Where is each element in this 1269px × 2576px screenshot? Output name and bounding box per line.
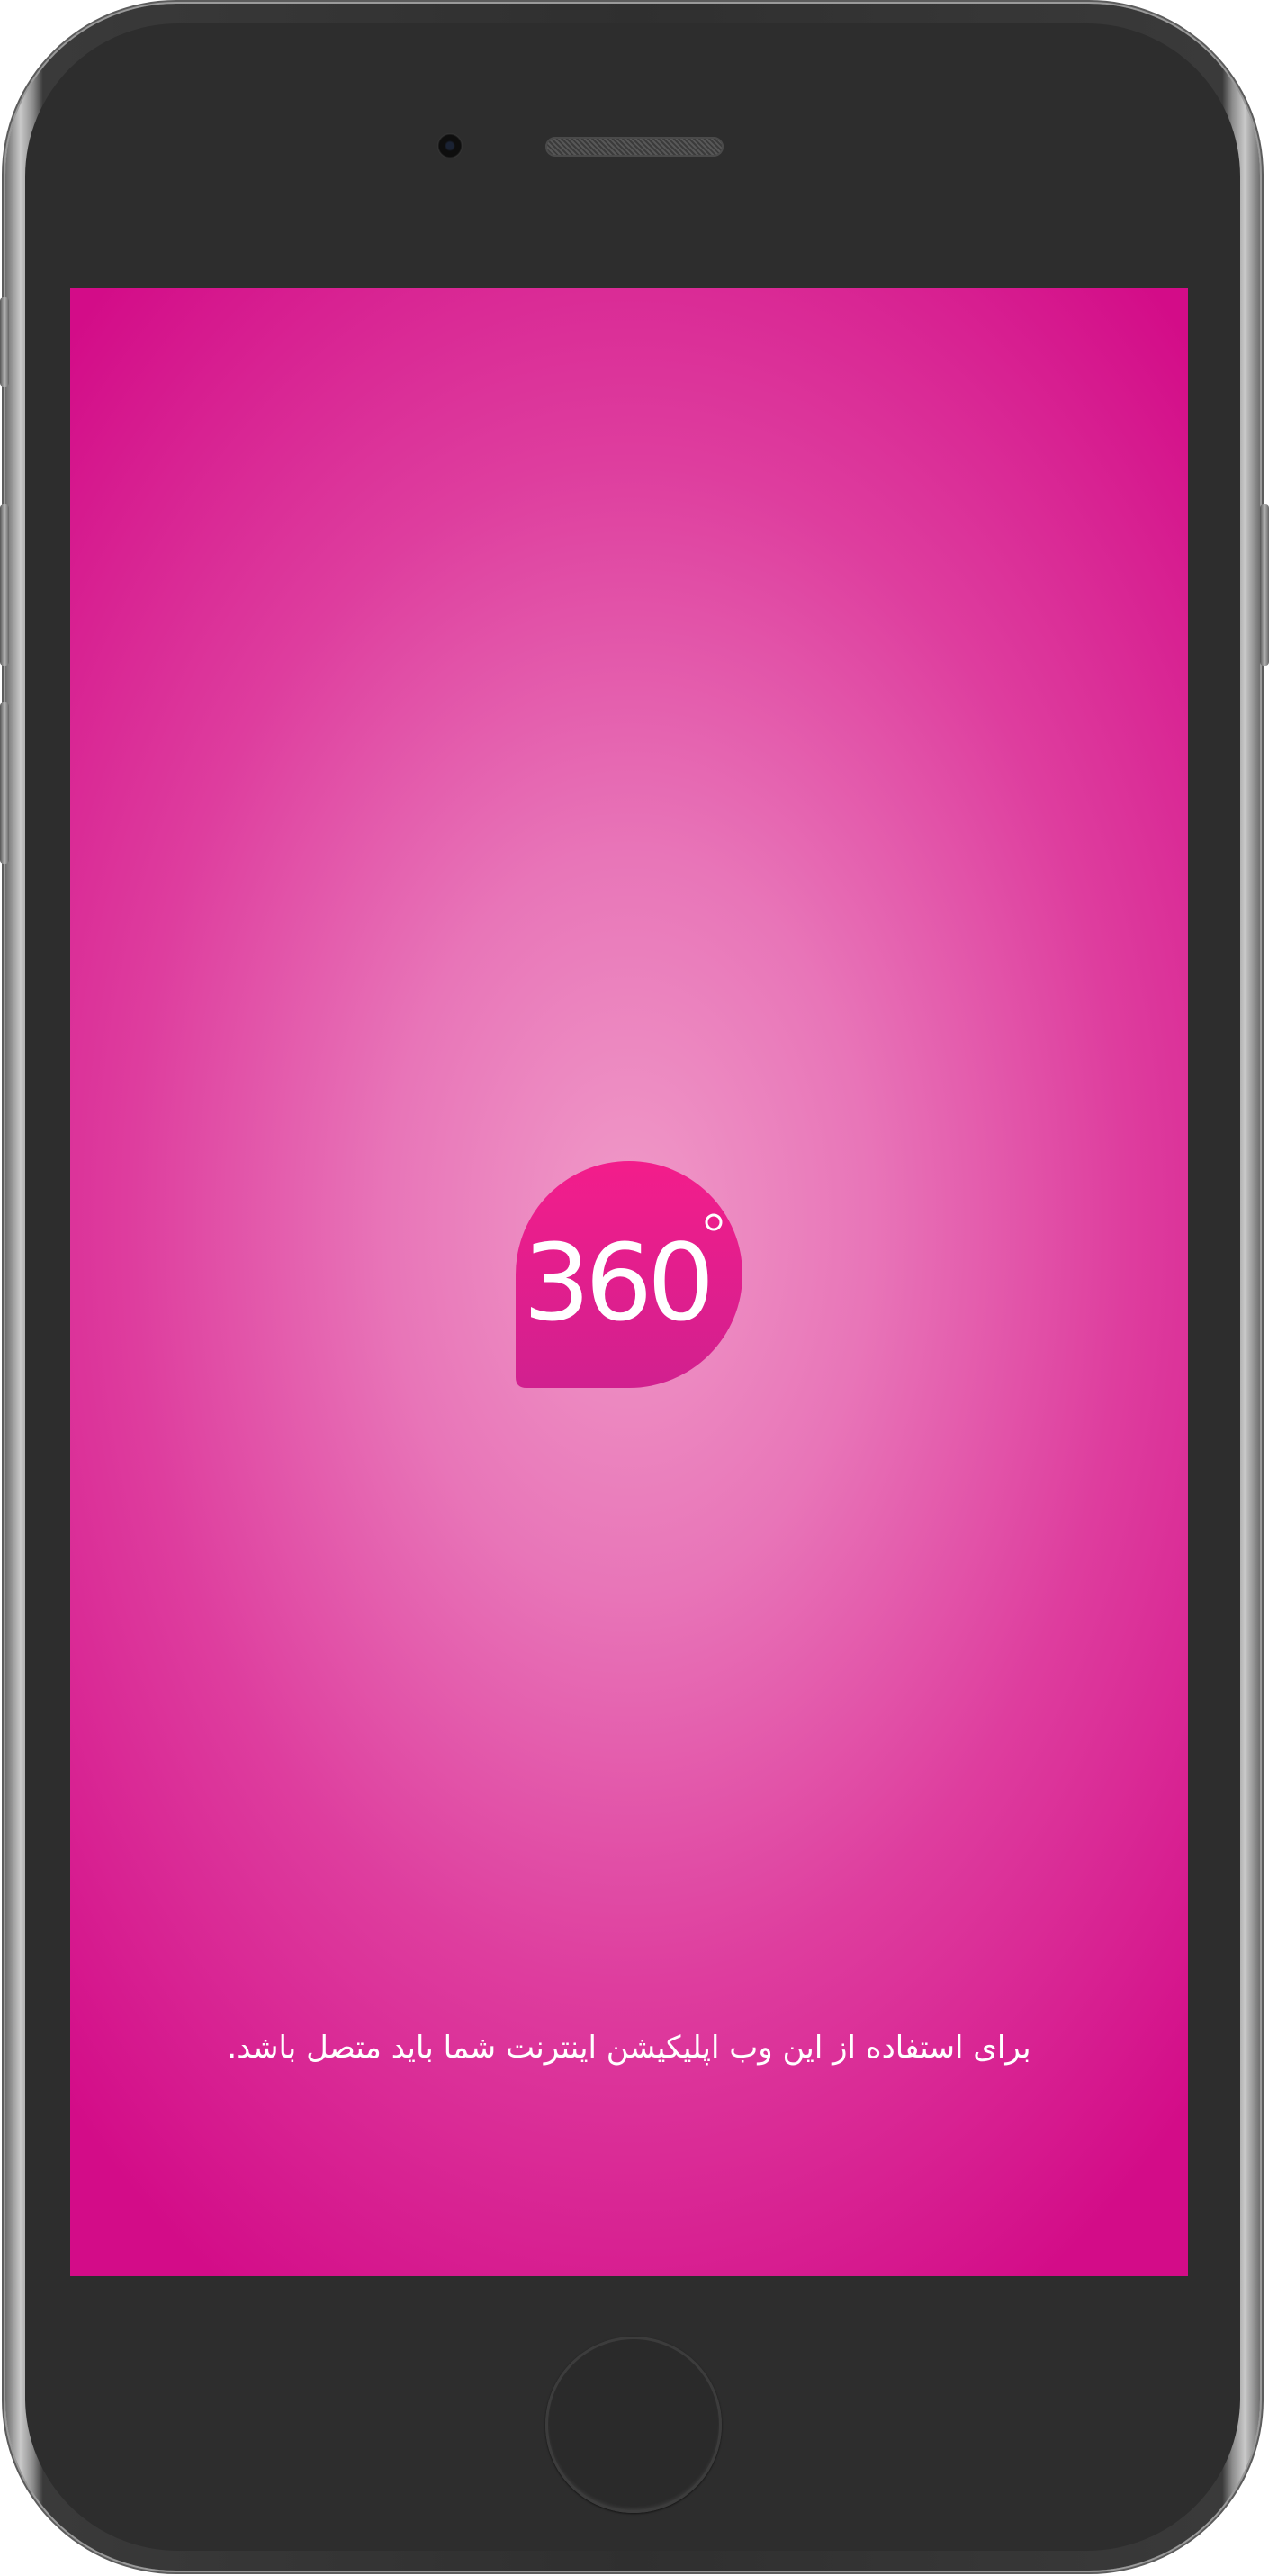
connection-message: برای استفاده از این وب اپلیکیشن اینترنت … [227,2030,1031,2066]
volume-up-button [0,504,9,666]
earpiece-speaker [545,137,724,157]
front-camera [437,133,463,158]
volume-down-button [0,702,9,864]
logo-text: 360 [523,1220,709,1345]
home-button[interactable] [545,2337,722,2513]
splash-screen: 360 برای استفاده از این وب اپلیکیشن اینت… [70,288,1188,2276]
logo-360-icon: 360 [516,1161,742,1388]
silent-switch [0,297,9,387]
app-logo: 360 [514,1159,744,1390]
power-button [1260,504,1269,666]
